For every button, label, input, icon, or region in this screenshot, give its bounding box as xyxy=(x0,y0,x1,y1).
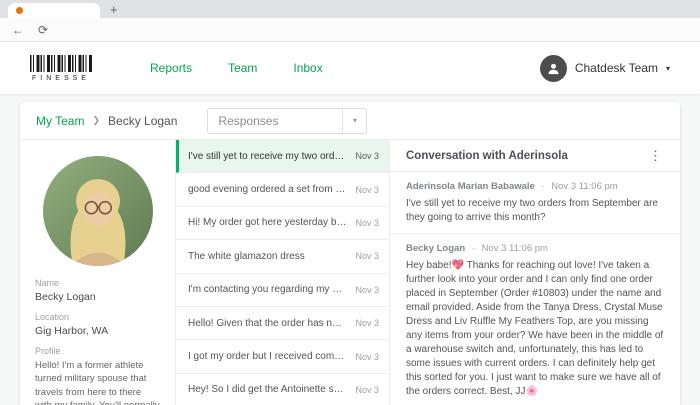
new-tab-button[interactable]: + xyxy=(100,2,128,18)
profile-photo xyxy=(42,156,153,266)
message-preview: Hello! Given that the order has not got … xyxy=(188,317,347,329)
message-date: Nov 3 xyxy=(355,318,379,329)
message-date: Nov 3 xyxy=(355,184,379,195)
message-list-item[interactable]: I've still yet to receive my two orders … xyxy=(176,140,389,174)
chevron-down-icon: ▾ xyxy=(665,63,670,73)
message-list-item[interactable]: I got my order but I received completel.… xyxy=(176,340,389,374)
name-label: Name xyxy=(35,278,60,288)
nav-item-inbox[interactable]: Inbox xyxy=(293,61,322,75)
message-list-item[interactable]: Hi! My order got here yesterday but I'..… xyxy=(176,206,389,241)
browser-tab[interactable] xyxy=(8,3,100,18)
conversation-message: Aderinsola Marian Babawale · Nov 3 11:06… xyxy=(390,172,680,233)
message-timestamp: Nov 3 11:06 pm xyxy=(551,181,618,192)
page-content: My Team ❯ Becky Logan Responses ▾ Name B… xyxy=(0,94,700,405)
refresh-icon[interactable]: ⟳ xyxy=(38,24,48,36)
conversation-message: Becky Logan · Nov 3 11:06 pm Hey babe!💖 … xyxy=(390,233,680,405)
card-header: My Team ❯ Becky Logan Responses ▾ xyxy=(20,102,680,140)
main-nav: Reports Team Inbox xyxy=(150,61,323,75)
app-header: FINESSE Reports Team Inbox Chatdesk Team… xyxy=(0,42,700,94)
account-menu[interactable]: Chatdesk Team ▾ xyxy=(539,54,670,82)
responses-dropdown[interactable]: Responses ▾ xyxy=(207,107,368,134)
message-list: I've still yet to receive my two orders … xyxy=(176,140,390,405)
back-icon[interactable]: ← xyxy=(12,24,24,36)
profile-bio: Hello! I'm a former athlete turned milit… xyxy=(35,360,160,405)
message-date: Nov 3 xyxy=(355,351,379,362)
message-preview: Hi! My order got here yesterday but I'..… xyxy=(188,217,348,229)
message-list-item[interactable]: Hey! So I did get the Antoinette set bu.… xyxy=(176,373,389,405)
message-preview: I'm contacting you regarding my order... xyxy=(188,284,348,296)
message-date: Nov 3 xyxy=(355,384,379,395)
message-list-item[interactable]: good evening ordered a set from you ... … xyxy=(176,173,389,207)
meta-separator: · xyxy=(541,181,545,192)
chevron-right-icon: ❯ xyxy=(92,115,101,125)
message-date: Nov 3 xyxy=(355,217,379,228)
message-preview: I got my order but I received completel.… xyxy=(188,351,348,363)
account-name: Chatdesk Team xyxy=(574,61,658,75)
conversation-panel: Conversation with Aderinsola ⋮ Aderinsol… xyxy=(390,140,680,405)
message-list-item[interactable]: Hello! Given that the order has not got … xyxy=(176,306,389,341)
card-columns: Name Becky Logan Location Gig Harbor, WA… xyxy=(20,140,680,405)
message-date: Nov 3 xyxy=(355,251,379,262)
message-body: Hey babe!💖 Thanks for reaching out love!… xyxy=(406,260,664,397)
responses-dropdown-value: Responses xyxy=(218,113,279,128)
meta-separator: · xyxy=(471,243,475,254)
finesse-logo: FINESSE xyxy=(30,54,92,82)
profile-photo-image xyxy=(42,156,153,266)
message-preview: good evening ordered a set from you ... xyxy=(188,184,348,196)
conversation-title: Conversation with Aderinsola xyxy=(406,149,568,162)
profile-panel: Name Becky Logan Location Gig Harbor, WA… xyxy=(20,140,176,405)
name-value: Becky Logan xyxy=(35,291,96,303)
message-date: Nov 3 xyxy=(355,284,379,295)
breadcrumb-my-team[interactable]: My Team xyxy=(36,114,84,128)
tab-favicon-icon xyxy=(16,7,23,14)
conversation-header: Conversation with Aderinsola ⋮ xyxy=(390,140,680,172)
team-member-card: My Team ❯ Becky Logan Responses ▾ Name B… xyxy=(20,102,680,405)
message-date: Nov 3 xyxy=(355,151,379,162)
message-meta: Aderinsola Marian Babawale · Nov 3 11:06… xyxy=(406,181,664,192)
account-avatar xyxy=(539,54,567,82)
chevron-down-icon: ▾ xyxy=(342,108,366,133)
message-meta: Becky Logan · Nov 3 11:06 pm xyxy=(406,243,664,254)
profile-label: Profile xyxy=(35,346,61,356)
browser-toolbar: ← ⟳ xyxy=(0,18,700,42)
breadcrumb-current: Becky Logan xyxy=(108,113,178,128)
message-timestamp: Nov 3 11:06 pm xyxy=(481,243,548,254)
message-preview: Hey! So I did get the Antoinette set bu.… xyxy=(188,384,348,396)
nav-item-team[interactable]: Team xyxy=(228,61,257,75)
message-list-item[interactable]: I'm contacting you regarding my order...… xyxy=(176,273,389,307)
browser-chrome: + ← ⟳ xyxy=(0,0,700,42)
message-list-item[interactable]: The white glamazon dress Nov 3 xyxy=(176,240,389,274)
person-icon xyxy=(548,63,559,74)
location-label: Location xyxy=(35,312,70,322)
barcode-logo-icon xyxy=(30,54,92,72)
message-body: I've still yet to receive my two orders … xyxy=(406,198,658,223)
nav-item-reports[interactable]: Reports xyxy=(150,61,192,75)
message-sender: Aderinsola Marian Babawale xyxy=(406,181,535,192)
kebab-menu-icon[interactable]: ⋮ xyxy=(647,148,664,164)
logo-text: FINESSE xyxy=(32,74,90,82)
location-value: Gig Harbor, WA xyxy=(35,325,109,337)
message-preview: The white glamazon dress xyxy=(188,250,305,262)
tab-strip: + xyxy=(0,0,700,18)
message-sender: Becky Logan xyxy=(406,243,466,254)
message-preview: I've still yet to receive my two orders … xyxy=(188,150,348,162)
